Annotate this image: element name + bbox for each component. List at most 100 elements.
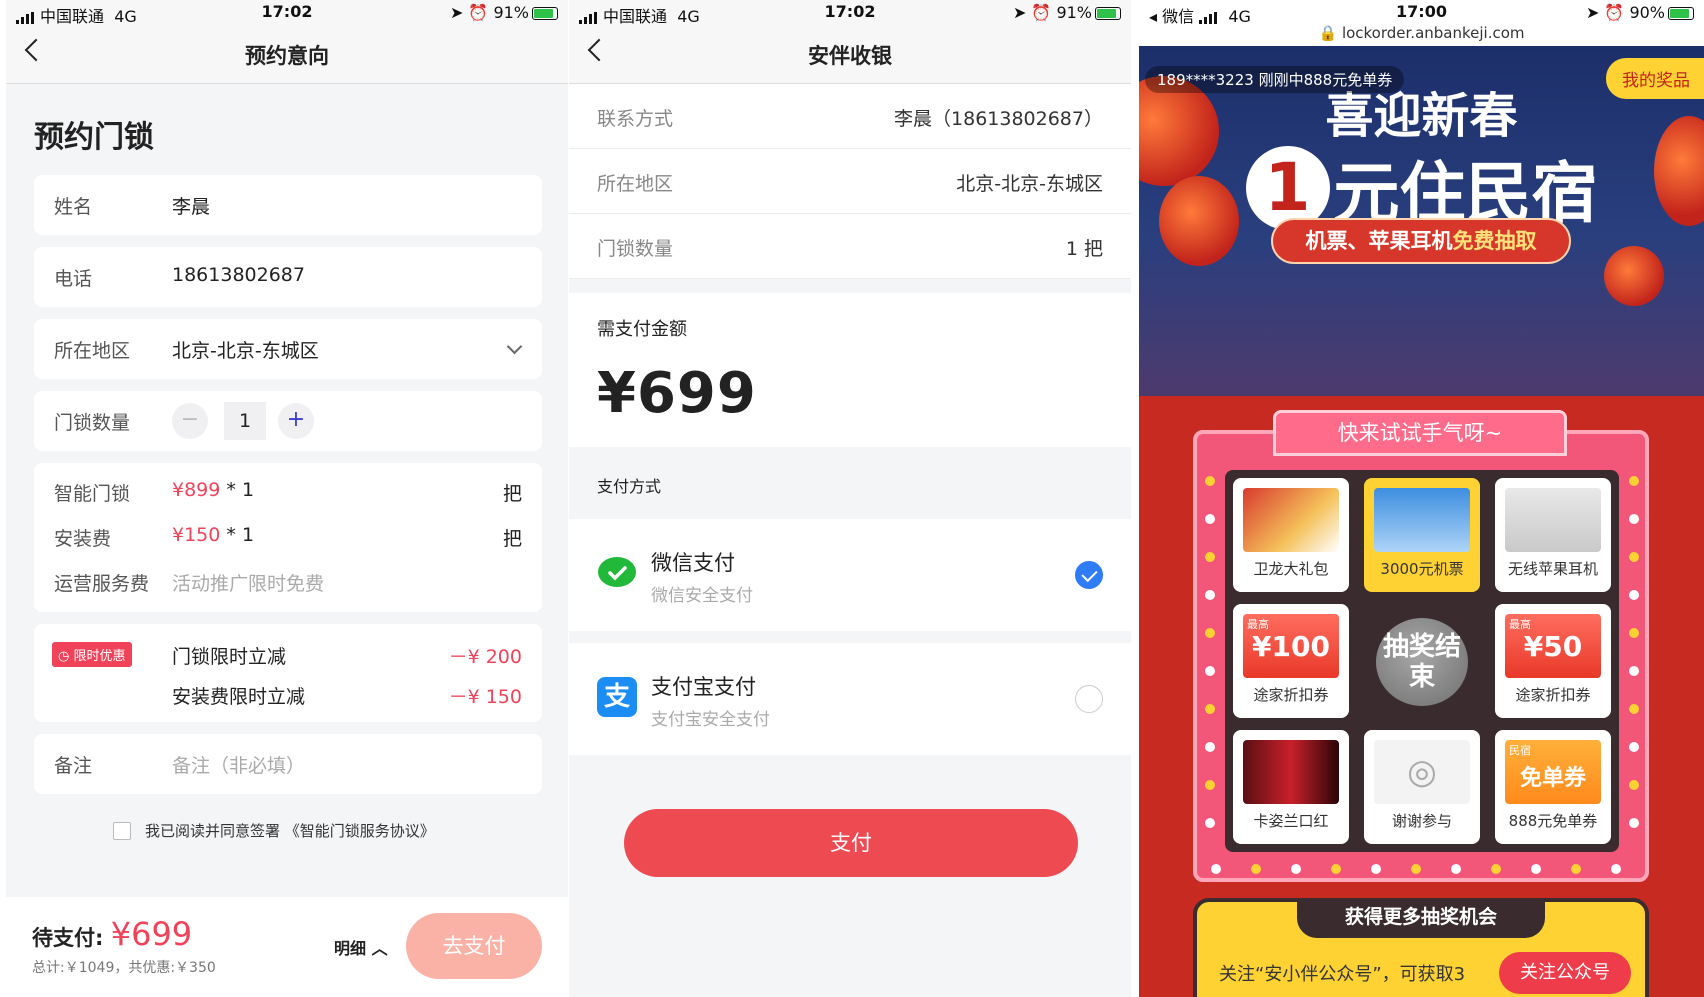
promo-badge-text: 限时优惠 xyxy=(73,649,126,664)
more-desc: 关注“安小伴公众号”，可获取3 xyxy=(1219,964,1466,985)
lantern-image xyxy=(1604,246,1664,306)
info-row: 门锁数量 1 把 xyxy=(569,214,1131,279)
board-dot xyxy=(1531,864,1541,874)
amount-label: 需支付金额 xyxy=(597,319,687,340)
amount-box: 需支付金额 ¥699 xyxy=(569,293,1131,447)
board-dot xyxy=(1205,590,1215,600)
draw-center: 抽奖结束 xyxy=(1364,604,1480,718)
promo-card: ◷ 限时优惠 门锁限时立减 －¥ 200 安装费限时立减 －¥ 150 xyxy=(34,624,542,722)
note-field[interactable]: 备注 备注（非必填） xyxy=(34,734,542,794)
prize-cell: 最高 ¥50 途家折扣券 xyxy=(1495,604,1611,718)
wechat-pay-option[interactable]: 微信支付 微信安全支付 xyxy=(569,519,1131,631)
discount-label: 门锁限时立减 xyxy=(172,646,287,668)
qty-minus-button[interactable]: − xyxy=(172,403,208,439)
prize-caption: 卡姿兰口红 xyxy=(1253,812,1329,830)
prize-caption: 888元免单券 xyxy=(1508,812,1598,830)
board-dot xyxy=(1629,514,1639,524)
alipay-radio[interactable] xyxy=(1075,685,1103,713)
discount-label: 安装费限时立减 xyxy=(172,686,306,708)
info-key: 联系方式 xyxy=(597,108,674,130)
info-key: 门锁数量 xyxy=(597,238,674,260)
pending-pay: 待支付: ¥699 xyxy=(32,915,192,953)
detail-toggle[interactable]: 明细 ︿ xyxy=(334,935,388,959)
board-dot xyxy=(1629,818,1639,828)
prize-caption: 谢谢参与 xyxy=(1391,812,1452,830)
name-field[interactable]: 姓名 李晨 xyxy=(34,175,542,235)
more-title: 获得更多抽奖机会 xyxy=(1297,898,1545,938)
alipay-option[interactable]: 支 支付宝支付 支付宝安全支付 xyxy=(569,643,1131,755)
more-chances-card: 获得更多抽奖机会 关注“安小伴公众号”，可获取3 关注公众号 xyxy=(1193,898,1649,997)
phone-label: 电话 xyxy=(54,268,93,290)
follow-button[interactable]: 关注公众号 xyxy=(1499,952,1631,994)
prize-caption: 3000元机票 xyxy=(1380,560,1464,578)
pay-button[interactable]: 支付 xyxy=(624,809,1078,877)
board-dot xyxy=(1205,666,1215,676)
coupon-big: ¥50 xyxy=(1523,630,1583,663)
agree-text[interactable]: 我已阅读并同意签署 《智能门锁服务协议》 xyxy=(145,820,435,841)
prize-caption: 无线苹果耳机 xyxy=(1507,560,1598,578)
nav-bar: 预约意向 xyxy=(6,24,568,84)
name-label: 姓名 xyxy=(54,196,93,218)
price-mult: * 1 xyxy=(220,479,255,501)
airpods-image xyxy=(1505,488,1601,552)
headline-pill: 机票、苹果耳机免费抽取 xyxy=(1271,218,1571,264)
price-unit: 把 xyxy=(502,483,522,505)
agree-checkbox[interactable] xyxy=(113,822,131,840)
pill-text-b: 免费抽取 xyxy=(1452,229,1537,253)
board-dot xyxy=(1629,476,1639,486)
area-label: 所在地区 xyxy=(54,340,131,362)
board-dot xyxy=(1331,864,1341,874)
board-dot xyxy=(1629,742,1639,752)
price-unit: 把 xyxy=(502,528,522,550)
quantity-stepper: 门锁数量 − 1 + xyxy=(34,391,542,451)
info-value: 北京-北京-东城区 xyxy=(956,173,1103,195)
phone-reservation: 中国联通 4G 17:02 ➤ ⏰ 91% 预约意向 预约门锁 姓名 李晨 电话… xyxy=(6,0,568,997)
pay-method-label: 支付方式 xyxy=(597,477,662,496)
detail-label: 明细 xyxy=(334,939,367,958)
area-select[interactable]: 所在地区 北京-北京-东城区 xyxy=(34,319,542,379)
discount-value: －¥ 200 xyxy=(448,646,522,668)
my-prizes-button[interactable]: 我的奖品 xyxy=(1606,58,1704,99)
board-dot xyxy=(1205,552,1215,562)
area-value[interactable]: 北京-北京-东城区 xyxy=(172,336,319,363)
qty-plus-button[interactable]: + xyxy=(278,403,314,439)
chevron-down-icon[interactable] xyxy=(506,338,523,355)
amount-value: ¥699 xyxy=(597,361,757,426)
price-row-value: ¥899 * 1 xyxy=(172,479,254,501)
draw-button[interactable]: 抽奖结束 xyxy=(1376,618,1468,706)
name-value[interactable]: 李晨 xyxy=(172,192,210,219)
board-dot xyxy=(1629,666,1639,676)
snack-pack-image xyxy=(1243,488,1339,552)
board-dot xyxy=(1205,628,1215,638)
page-title: 安伴收银 xyxy=(808,44,892,68)
battery-icon xyxy=(1095,7,1121,20)
phone-value[interactable]: 18613802687 xyxy=(172,264,305,286)
status-right: ➤ ⏰ 91% xyxy=(1013,3,1121,22)
total-text: 总计:￥1049，共优惠:￥350 xyxy=(32,960,216,976)
winner-ticker: 189****3223 刚刚中888元免单券 xyxy=(1145,66,1405,93)
coupon-image: 民宿 免单券 xyxy=(1505,740,1601,804)
coupon-big: 免单券 xyxy=(1519,766,1586,791)
url-bar[interactable]: 🔒 lockorder.anbankeji.com xyxy=(1139,24,1704,42)
hero-banner: 喜迎新春 189****3223 刚刚中888元免单券 我的奖品 1 元住民宿 机… xyxy=(1139,46,1704,396)
wechat-radio-checked[interactable] xyxy=(1075,561,1103,589)
note-label: 备注 xyxy=(54,755,93,777)
status-bar: 中国联通 4G 17:02 ➤ ⏰ 91% xyxy=(569,0,1131,26)
page-title: 预约意向 xyxy=(245,44,329,68)
board-dot xyxy=(1251,864,1261,874)
coupon-big: ¥100 xyxy=(1252,630,1330,663)
info-row: 所在地区 北京-北京-东城区 xyxy=(569,149,1131,214)
nav-bar: 安伴收银 xyxy=(569,24,1131,84)
qty-value[interactable]: 1 xyxy=(224,402,266,440)
board-dot xyxy=(1629,704,1639,714)
prize-cell: 卫龙大礼包 xyxy=(1233,478,1349,592)
prize-cell: ◎ 谢谢参与 xyxy=(1364,730,1480,844)
prize-caption: 卫龙大礼包 xyxy=(1253,560,1329,578)
phone-field[interactable]: 电话 18613802687 xyxy=(34,247,542,307)
note-input[interactable]: 备注（非必填） xyxy=(172,751,305,778)
info-value: 李晨（18613802687） xyxy=(894,108,1103,130)
board-dot xyxy=(1611,864,1621,874)
pending-amount: ¥699 xyxy=(110,915,193,953)
go-pay-button[interactable]: 去支付 xyxy=(406,913,542,979)
board-dot xyxy=(1411,864,1421,874)
